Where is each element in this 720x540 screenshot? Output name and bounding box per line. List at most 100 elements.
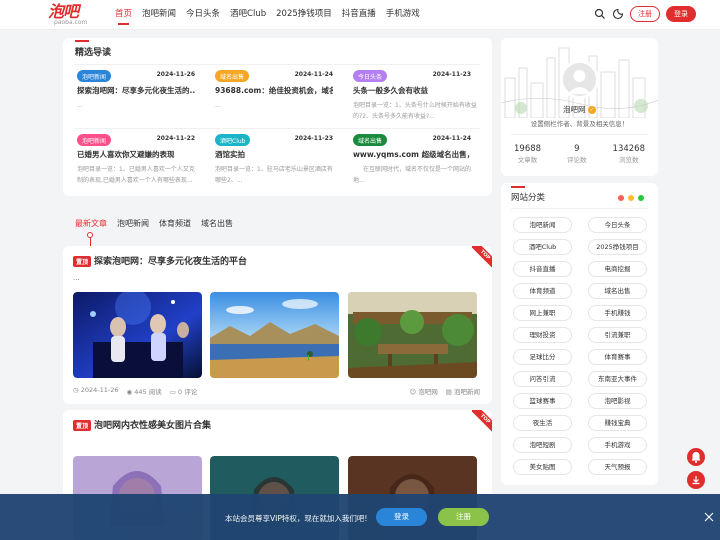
nav-headlines[interactable]: 今日头条 — [181, 0, 225, 30]
register-button[interactable]: 注册 — [630, 6, 660, 22]
vip-register-button[interactable]: 注册 — [438, 508, 489, 526]
article-views: 445 阅读 — [134, 388, 162, 396]
nav-club[interactable]: 酒吧Club — [225, 0, 271, 30]
featured-card[interactable]: 泡吧新闻 2024-11-26 探索泡吧网：尽享多元化夜生活的... ... — [77, 70, 195, 130]
card-tag[interactable]: 泡吧新闻 — [77, 70, 112, 82]
category-item[interactable]: 电商挖掘 — [588, 261, 647, 277]
article-category[interactable]: 泡吧新闻 — [454, 388, 480, 396]
divider — [511, 134, 648, 135]
tab-domains[interactable]: 域名出售 — [201, 218, 233, 229]
site-logo[interactable]: 泡吧 paoba.com — [48, 3, 94, 27]
theme-toggle-icon[interactable] — [612, 8, 624, 20]
category-item[interactable]: 体育频道 — [513, 283, 572, 299]
window-dots — [618, 195, 644, 201]
download-icon — [692, 476, 700, 485]
card-desc: 泡吧目录一览：1、已婚男人喜欢一个人又克制的表现,已婚男人喜欢一个人有哪些表现.… — [77, 166, 195, 184]
vip-login-button[interactable]: 登录 — [376, 508, 427, 526]
category-item[interactable]: ▤ 泡吧新闻 — [446, 386, 480, 396]
card-tag[interactable]: 域名出售 — [353, 134, 388, 146]
author-name-row: 泡吧网 ✓ — [501, 104, 658, 115]
author-stats: 19688 文章数 9 评论数 134268 浏览数 — [501, 144, 658, 164]
card-desc: 在互联网时代，域名不仅仅是一个网站的地... — [353, 166, 472, 184]
card-title[interactable]: 已婚男人喜欢你又避嫌的表现 — [77, 149, 195, 160]
category-item[interactable]: 手机游戏 — [588, 437, 647, 453]
featured-card[interactable]: 域名出售 2024-11-24 93688.com：绝佳投资机会，域名... .… — [215, 70, 333, 130]
featured-card[interactable]: 域名出售 2024-11-24 www.yqms.com 超级域名出售，... … — [353, 134, 471, 194]
category-item[interactable]: 泡吧短剧 — [513, 437, 572, 453]
category-item[interactable]: 篮球赛事 — [513, 393, 572, 409]
article-image-garden-bar[interactable] — [348, 292, 477, 378]
category-item[interactable]: 足球比分 — [513, 349, 572, 365]
article-image-lake[interactable] — [210, 292, 339, 378]
categories-title: 网站分类 — [511, 186, 546, 203]
category-item[interactable]: 域名出售 — [588, 283, 647, 299]
category-item[interactable]: 天气预报 — [588, 459, 647, 475]
card-tag[interactable]: 泡吧新闻 — [77, 134, 112, 146]
card-title[interactable]: 头条一般多久会有收益 — [353, 85, 471, 96]
category-item[interactable]: 理财投资 — [513, 327, 572, 343]
featured-title: 精选导读 — [75, 40, 111, 58]
category-item[interactable]: 抖音直播 — [513, 261, 572, 277]
featured-card[interactable]: 泡吧新闻 2024-11-22 已婚男人喜欢你又避嫌的表现 泡吧目录一览：1、已… — [77, 134, 195, 194]
card-desc: 泡吧目录一览：1、驻马店老乐山景区酒店有哪些2、... — [215, 166, 333, 184]
main-nav: 首页 泡吧新闻 今日头条 酒吧Club 2025挣钱项目 抖音直播 手机游戏 — [110, 0, 425, 30]
tab-sports[interactable]: 体育频道 — [159, 218, 191, 229]
bell-icon — [691, 452, 701, 463]
comments-item[interactable]: ▭ 0 评论 — [170, 386, 197, 396]
category-item[interactable]: 泡吧新闻 — [513, 217, 572, 233]
stat-comments: 9 评论数 — [567, 144, 587, 164]
featured-card[interactable]: 酒吧Club 2024-11-23 酒馆实拍 泡吧目录一览：1、驻马店老乐山景区… — [215, 134, 333, 194]
category-item[interactable]: 手机赚钱 — [588, 305, 647, 321]
search-icon[interactable] — [594, 8, 606, 20]
nav-projects[interactable]: 2025挣钱项目 — [271, 0, 337, 30]
nav-news[interactable]: 泡吧新闻 — [137, 0, 181, 30]
dot-green — [638, 195, 644, 201]
category-item[interactable]: 2025挣钱项目 — [588, 239, 647, 255]
card-tag[interactable]: 域名出售 — [215, 70, 250, 82]
tab-news[interactable]: 泡吧新闻 — [117, 218, 149, 229]
avatar[interactable] — [560, 60, 599, 99]
category-item[interactable]: 酒吧Club — [513, 239, 572, 255]
category-item[interactable]: 美女贴图 — [513, 459, 572, 475]
card-tag[interactable]: 今日头条 — [353, 70, 388, 82]
nav-live[interactable]: 抖音直播 — [337, 0, 381, 30]
scroll-down-button[interactable] — [687, 471, 705, 489]
article-title[interactable]: 泡吧网内衣性感美女图片合集 — [94, 421, 211, 431]
article-comments[interactable]: 0 评论 — [178, 388, 197, 396]
card-desc: 泡吧目录一览：1、头条号什么时候开始有收益的?2、头条号多久能有收益?... — [353, 102, 477, 120]
date-item: ◷ 2024-11-26 — [73, 386, 119, 396]
category-item[interactable]: 引流兼职 — [588, 327, 647, 343]
author-item[interactable]: ☺ 泡吧网 — [409, 386, 437, 396]
category-item[interactable]: 今日头条 — [588, 217, 647, 233]
category-item[interactable]: 问答引流 — [513, 371, 572, 387]
categories-panel: 网站分类 泡吧新闻 今日头条 酒吧Club 2025挣钱项目 抖音直播 电商挖掘 体育频道域… — [501, 183, 658, 485]
card-title[interactable]: 93688.com：绝佳投资机会，域名... — [215, 85, 333, 96]
article-title[interactable]: 探索泡吧网：尽享多元化夜生活的平台 — [94, 257, 247, 267]
login-button[interactable]: 登录 — [666, 6, 696, 22]
article-title-row[interactable]: 置顶 探索泡吧网：尽享多元化夜生活的平台 — [73, 254, 247, 267]
nav-games[interactable]: 手机游戏 — [381, 0, 425, 30]
close-icon[interactable] — [703, 511, 715, 523]
tab-latest[interactable]: 最新文章 — [75, 218, 107, 229]
category-item[interactable]: 网上兼职 — [513, 305, 572, 321]
category-item[interactable]: 东南亚大事件 — [588, 371, 647, 387]
comment-icon: ▭ — [169, 388, 176, 396]
vip-bottom-bar: 本站会员尊享VIP特权，现在就加入我们吧! — [0, 494, 720, 540]
notification-button[interactable] — [687, 448, 705, 466]
author-name[interactable]: 泡吧网 — [563, 105, 586, 114]
card-title[interactable]: 酒馆实拍 — [215, 149, 333, 160]
featured-card[interactable]: 今日头条 2024-11-23 头条一般多久会有收益 泡吧目录一览：1、头条号什… — [353, 70, 477, 130]
card-desc: ... — [77, 102, 83, 109]
category-item[interactable]: 夜生活 — [513, 415, 572, 431]
card-title[interactable]: 探索泡吧网：尽享多元化夜生活的... — [77, 85, 195, 96]
card-title[interactable]: www.yqms.com 超级域名出售，... — [353, 149, 471, 160]
user-avatar-icon — [568, 70, 591, 94]
article-title-row[interactable]: 置顶 泡吧网内衣性感美女图片合集 — [73, 418, 211, 431]
nav-home[interactable]: 首页 — [110, 0, 137, 30]
article-author[interactable]: 泡吧网 — [418, 388, 438, 396]
card-tag[interactable]: 酒吧Club — [215, 134, 251, 146]
category-item[interactable]: 体育赛事 — [588, 349, 647, 365]
category-item[interactable]: 泡吧影视 — [588, 393, 647, 409]
article-image-club[interactable] — [73, 292, 202, 378]
category-item[interactable]: 赚钱宝典 — [588, 415, 647, 431]
